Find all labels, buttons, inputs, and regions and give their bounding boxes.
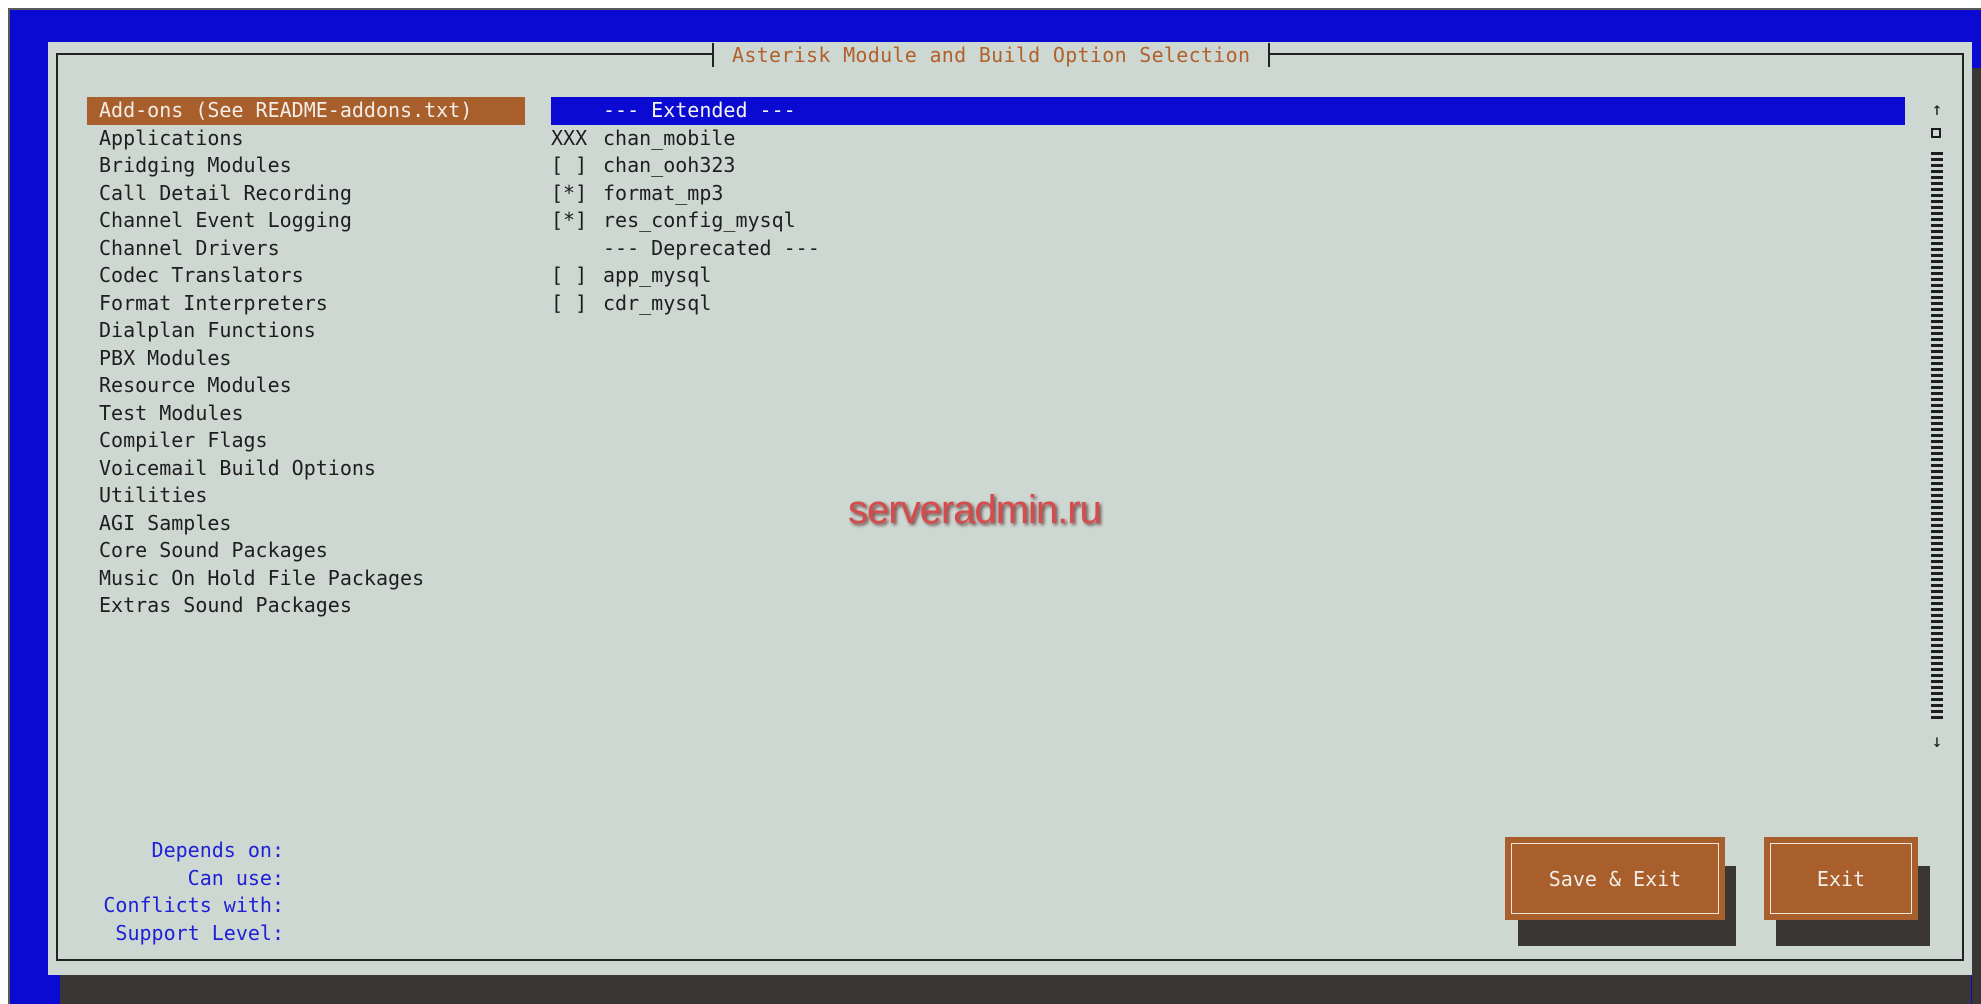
option-checkbox[interactable] bbox=[551, 235, 603, 263]
option-checkbox[interactable]: [*] bbox=[551, 207, 603, 235]
exit-button-label: Exit bbox=[1770, 843, 1912, 914]
option-label: --- Deprecated --- bbox=[603, 235, 820, 260]
module-info-panel: Depends on: Can use: Conflicts with: Sup… bbox=[84, 837, 284, 947]
save-exit-button[interactable]: Save & Exit bbox=[1505, 837, 1725, 920]
option-list: --- Extended --- XXX chan_mobile[ ] chan_oo… bbox=[551, 97, 1905, 317]
category-item[interactable]: Add-ons (See README-addons.txt) bbox=[87, 97, 525, 125]
category-item[interactable]: Compiler Flags bbox=[87, 427, 525, 455]
option-checkbox[interactable]: [ ] bbox=[551, 152, 603, 180]
depends-on-label: Depends on: bbox=[151, 838, 284, 862]
option-label: chan_ooh323 bbox=[603, 153, 736, 177]
option-label: app_mysql bbox=[603, 263, 712, 287]
option-item[interactable]: [*] res_config_mysql bbox=[551, 207, 1905, 235]
category-item[interactable]: Bridging Modules bbox=[87, 152, 525, 180]
scroll-track[interactable] bbox=[1931, 152, 1943, 722]
category-item[interactable]: Resource Modules bbox=[87, 372, 525, 400]
category-item[interactable]: Format Interpreters bbox=[87, 290, 525, 318]
option-checkbox[interactable]: [ ] bbox=[551, 290, 603, 318]
category-item[interactable]: Call Detail Recording bbox=[87, 180, 525, 208]
option-item[interactable]: --- Extended --- bbox=[551, 97, 1905, 125]
option-item[interactable]: XXX chan_mobile bbox=[551, 125, 1905, 153]
category-list: Add-ons (See README-addons.txt) Applicati… bbox=[87, 97, 525, 620]
scroll-thumb[interactable] bbox=[1931, 128, 1941, 138]
option-item[interactable]: [ ] chan_ooh323 bbox=[551, 152, 1905, 180]
option-label: res_config_mysql bbox=[603, 208, 796, 232]
watermark: serveradmin.ru bbox=[848, 488, 1102, 532]
scroll-down-arrow-icon[interactable]: ↓ bbox=[1928, 732, 1946, 752]
option-checkbox[interactable] bbox=[551, 97, 603, 125]
category-item[interactable]: Codec Translators bbox=[87, 262, 525, 290]
option-checkbox[interactable]: [ ] bbox=[551, 262, 603, 290]
category-item[interactable]: Voicemail Build Options bbox=[87, 455, 525, 483]
dialog-shadow bbox=[60, 975, 1971, 1004]
scroll-up-arrow-icon[interactable]: ↑ bbox=[1928, 100, 1946, 120]
exit-button[interactable]: Exit bbox=[1764, 837, 1918, 920]
can-use-label: Can use: bbox=[187, 865, 284, 890]
option-label: chan_mobile bbox=[603, 125, 736, 150]
option-label: cdr_mysql bbox=[603, 290, 712, 315]
category-item[interactable]: Utilities bbox=[87, 482, 525, 510]
option-item[interactable]: --- Deprecated --- bbox=[551, 235, 1905, 263]
option-checkbox[interactable]: XXX bbox=[551, 125, 603, 153]
option-checkbox[interactable]: [*] bbox=[551, 180, 603, 208]
scrollbar[interactable]: ↑ ↓ bbox=[1928, 98, 1946, 754]
option-item[interactable]: [ ] cdr_mysql bbox=[551, 290, 1905, 318]
option-item[interactable]: [*] format_mp3 bbox=[551, 180, 1905, 208]
dialog-title: Asterisk Module and Build Option Selecti… bbox=[712, 43, 1271, 67]
support-level-label: Support Level: bbox=[115, 920, 284, 945]
option-label: --- Extended --- bbox=[603, 98, 796, 122]
category-item[interactable]: Core Sound Packages bbox=[87, 537, 525, 565]
category-item[interactable]: Channel Event Logging bbox=[87, 207, 525, 235]
category-item[interactable]: Extras Sound Packages bbox=[87, 592, 525, 620]
category-item[interactable]: Channel Drivers bbox=[87, 235, 525, 263]
category-item[interactable]: Test Modules bbox=[87, 400, 525, 428]
category-item[interactable]: AGI Samples bbox=[87, 510, 525, 538]
category-item[interactable]: PBX Modules bbox=[87, 345, 525, 373]
save-exit-button-label: Save & Exit bbox=[1511, 843, 1719, 914]
option-item[interactable]: [ ] app_mysql bbox=[551, 262, 1905, 290]
category-item[interactable]: Dialplan Functions bbox=[87, 317, 525, 345]
conflicts-with-label: Conflicts with: bbox=[103, 893, 284, 917]
option-label: format_mp3 bbox=[603, 180, 724, 205]
category-item[interactable]: Music On Hold File Packages bbox=[87, 565, 525, 593]
dialog-shadow-right bbox=[1972, 68, 1981, 1004]
category-item[interactable]: Applications bbox=[87, 125, 525, 153]
